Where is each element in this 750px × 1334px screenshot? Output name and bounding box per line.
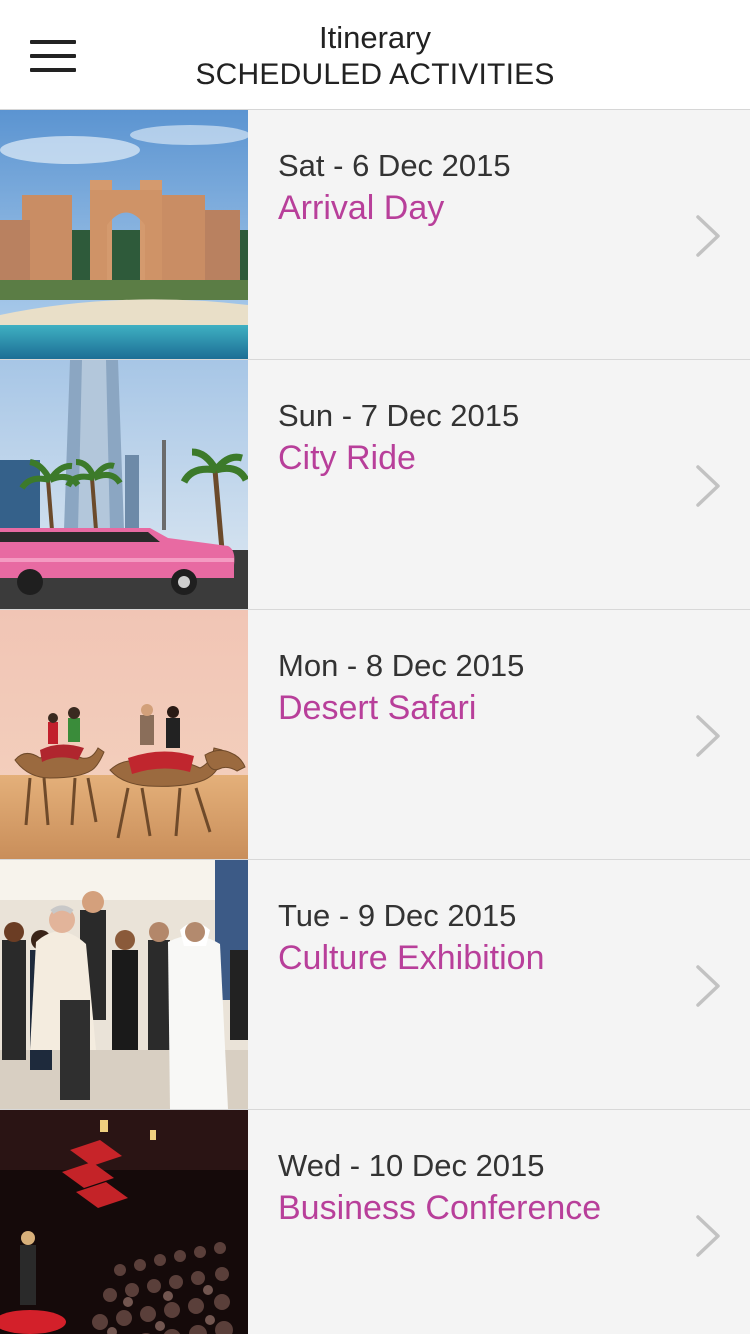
itinerary-date: Sun - 7 Dec 2015 [278,398,520,433]
itinerary-date: Tue - 9 Dec 2015 [278,898,517,933]
itinerary-date: Sat - 6 Dec 2015 [278,148,511,183]
app-header: Itinerary SCHEDULED ACTIVITIES [0,0,750,110]
itinerary-date: Wed - 10 Dec 2015 [278,1148,545,1183]
itinerary-item-culture-exhibition[interactable]: Tue - 9 Dec 2015 Culture Exhibition [0,860,750,1110]
page-title: Itinerary [319,20,431,55]
itinerary-activity: Arrival Day [278,189,445,227]
chevron-right-icon [696,965,720,1007]
itinerary-activity: Desert Safari [278,689,477,727]
chevron-right-icon [696,215,720,257]
chevron-right-icon [696,715,720,757]
itinerary-item-city-ride[interactable]: Sun - 7 Dec 2015 City Ride [0,360,750,610]
atlantis-hotel-photo [0,110,248,359]
itinerary-item-arrival-day[interactable]: Sat - 6 Dec 2015 Arrival Day [0,110,750,360]
itinerary-date: Mon - 8 Dec 2015 [278,648,525,683]
conference-stage-photo [0,1110,248,1334]
itinerary-activity: City Ride [278,439,416,477]
pink-limousine-photo [0,360,248,609]
itinerary-activity: Culture Exhibition [278,939,545,977]
page-subtitle: SCHEDULED ACTIVITIES [195,58,555,91]
exhibition-crowd-photo [0,860,248,1109]
itinerary-activity: Business Conference [278,1189,602,1227]
camel-ride-photo [0,610,248,859]
itinerary-item-business-conference[interactable]: Wed - 10 Dec 2015 Business Conference [0,1110,750,1334]
chevron-right-icon [696,1215,720,1257]
itinerary-list: Sat - 6 Dec 2015 Arrival Day Sun - 7 Dec… [0,110,750,1334]
itinerary-item-desert-safari[interactable]: Mon - 8 Dec 2015 Desert Safari [0,610,750,860]
chevron-right-icon [696,465,720,507]
